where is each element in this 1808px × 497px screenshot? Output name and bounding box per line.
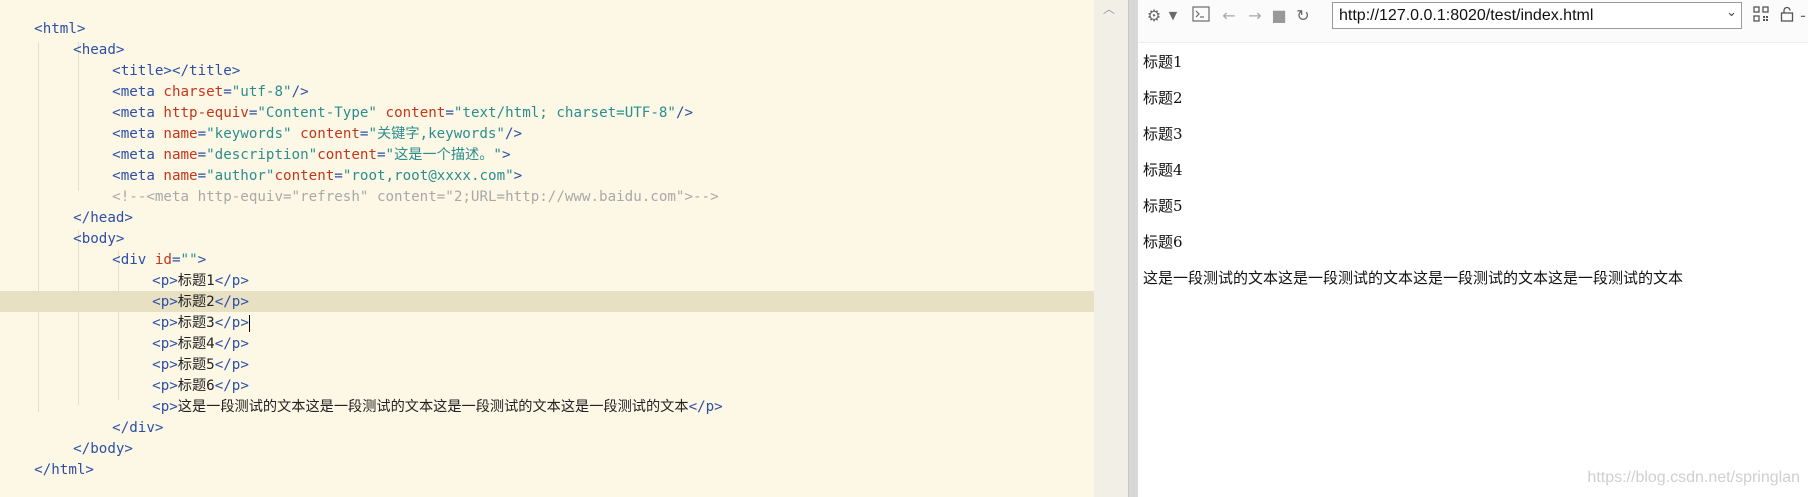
code-editor[interactable]: <html> <head> <title></title> <meta char… [0,0,1094,497]
code-tag: </html> [34,462,94,478]
more-icon[interactable]: - [1798,6,1808,26]
back-arrow-icon[interactable]: ← [1218,6,1240,26]
code-line[interactable]: </div> [78,397,163,436]
code-line[interactable]: <p>标题4</p> [118,313,249,352]
dropdown-arrow-icon[interactable]: ▼ [1166,6,1180,26]
code-line[interactable]: </head> [39,187,133,226]
code-line[interactable]: <title></title> [78,40,240,79]
browser-toolbar: ⚙ ▼ ← → ■ ↻ ⌄ - [1138,0,1808,43]
page-paragraph: 这是一段测试的文本这是一段测试的文本这是一段测试的文本这是一段测试的文本 [1143,269,1684,287]
forward-arrow-icon[interactable]: → [1244,6,1266,26]
url-input[interactable] [1339,6,1709,25]
stop-icon[interactable]: ■ [1268,6,1290,26]
code-line[interactable]: <meta name="author"content="root,root@xx… [78,145,522,184]
page-paragraph: 标题1 [1143,53,1183,71]
address-bar[interactable]: ⌄ [1332,2,1742,29]
code-line[interactable]: <body> [39,208,124,247]
code-line[interactable]: <p>标题5</p> [118,334,249,373]
page-paragraph: 标题2 [1143,89,1183,107]
code-line[interactable]: </html> [0,439,94,478]
code-line[interactable]: </body> [39,418,133,457]
qr-code-icon[interactable] [1750,6,1772,26]
code-line[interactable]: <meta charset="utf-8"/> [78,61,308,100]
text-caret [248,314,250,332]
code-line[interactable]: <html> [0,0,85,37]
code-line[interactable]: <p>标题6</p> [118,355,249,394]
page-paragraph: 标题4 [1143,161,1183,179]
terminal-icon[interactable] [1190,6,1212,26]
code-tag: </p> [688,399,723,415]
page-paragraph: 标题5 [1143,197,1183,215]
code-comment: <!--<meta http-equiv="refresh" content="… [112,189,719,205]
code-line[interactable]: <head> [39,19,124,58]
code-line[interactable]: <div id=""> [78,229,206,268]
code-line[interactable]: <meta name="keywords" content="关键字,keywo… [78,103,522,142]
code-line[interactable]: <meta http-equiv="Content-Type" content=… [78,82,693,121]
scroll-up-icon[interactable]: ︿ [1103,0,1115,17]
watermark: https://blog.csdn.net/springlan [1587,469,1800,486]
lock-icon[interactable] [1776,6,1798,26]
code-line[interactable]: <!--<meta http-equiv="refresh" content="… [78,166,718,205]
code-line[interactable]: <p>标题2</p> [118,271,249,310]
page-paragraph: 标题3 [1143,125,1183,143]
code-line-current[interactable]: <p>标题3</p> [118,292,250,332]
chevron-down-icon[interactable]: ⌄ [1726,5,1737,20]
browser-preview: ⚙ ▼ ← → ■ ↻ ⌄ - 标题1 标题2 标题3 标题4 标题5 标题6 … [1138,0,1808,497]
code-line[interactable]: <p>标题1</p> [118,250,249,289]
gear-icon[interactable]: ⚙ [1144,6,1164,26]
code-text: 这是一段测试的文本这是一段测试的文本这是一段测试的文本这是一段测试的文本 [177,399,689,415]
code-tag: /> [675,105,694,121]
code-line[interactable]: <meta name="description"content="这是一个描述。… [78,124,510,163]
editor-scrollbar[interactable]: ︿ [1094,0,1128,497]
page-paragraph: 标题6 [1143,233,1183,251]
refresh-icon[interactable]: ↻ [1292,6,1314,26]
code-line[interactable]: <p>这是一段测试的文本这是一段测试的文本这是一段测试的文本这是一段测试的文本<… [118,376,723,415]
